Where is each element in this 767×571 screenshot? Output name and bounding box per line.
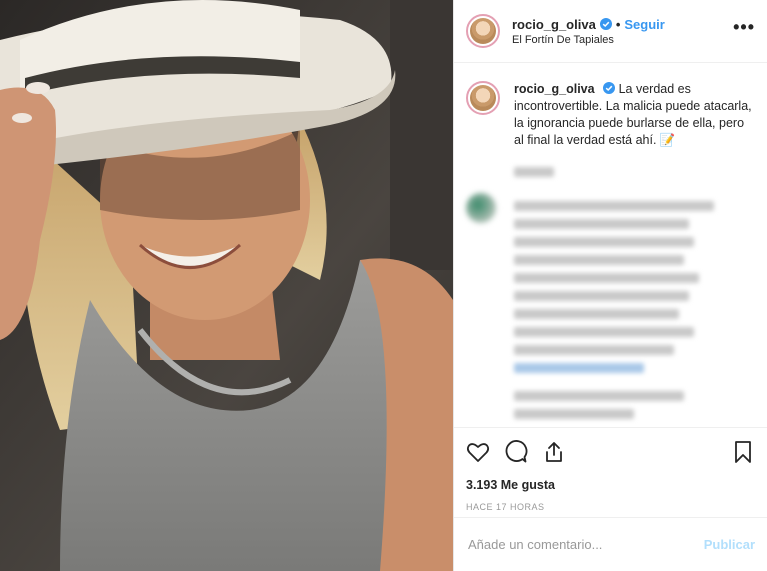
caption-username[interactable]: rocio_g_oliva [514, 82, 595, 96]
location-link[interactable]: El Fortín De Tapiales [512, 34, 665, 46]
save-button[interactable] [731, 440, 755, 464]
caption-avatar[interactable] [466, 81, 500, 115]
blurred-avatar [466, 193, 496, 223]
share-icon [546, 442, 562, 462]
photo-image [0, 0, 453, 571]
caption: rocio_g_oliva La verdad es incontrovertib… [466, 81, 755, 149]
like-button[interactable] [466, 440, 490, 464]
publish-button[interactable]: Publicar [704, 537, 755, 552]
comment-form: Publicar [454, 517, 767, 571]
action-bar: 3.193 Me gusta HACE 17 HORAS [454, 427, 767, 512]
verified-icon [602, 82, 615, 94]
more-options-icon[interactable]: ••• [733, 18, 755, 36]
post-timestamp[interactable]: HACE 17 HORAS [466, 502, 755, 512]
heart-icon [466, 443, 490, 462]
avatar[interactable] [466, 14, 500, 48]
post-header: rocio_g_oliva • Seguir El Fortín De Tapi… [454, 0, 767, 63]
instagram-post: rocio_g_oliva • Seguir El Fortín De Tapi… [0, 0, 767, 571]
share-button[interactable] [542, 440, 566, 464]
separator-dot: • [615, 16, 621, 32]
likes-count[interactable]: 3.193 Me gusta [466, 478, 755, 492]
comment-icon [505, 440, 528, 463]
follow-button[interactable]: Seguir [624, 17, 664, 32]
username-link[interactable]: rocio_g_oliva [512, 17, 596, 32]
comment-input[interactable] [466, 536, 704, 553]
post-sidebar: rocio_g_oliva • Seguir El Fortín De Tapi… [453, 0, 767, 571]
bookmark-icon [735, 441, 751, 463]
blurred-comment [466, 167, 755, 427]
comments-area: rocio_g_oliva La verdad es incontrovertib… [454, 63, 767, 427]
verified-icon [599, 18, 612, 30]
comment-button[interactable] [504, 440, 528, 464]
post-photo[interactable] [0, 0, 453, 571]
